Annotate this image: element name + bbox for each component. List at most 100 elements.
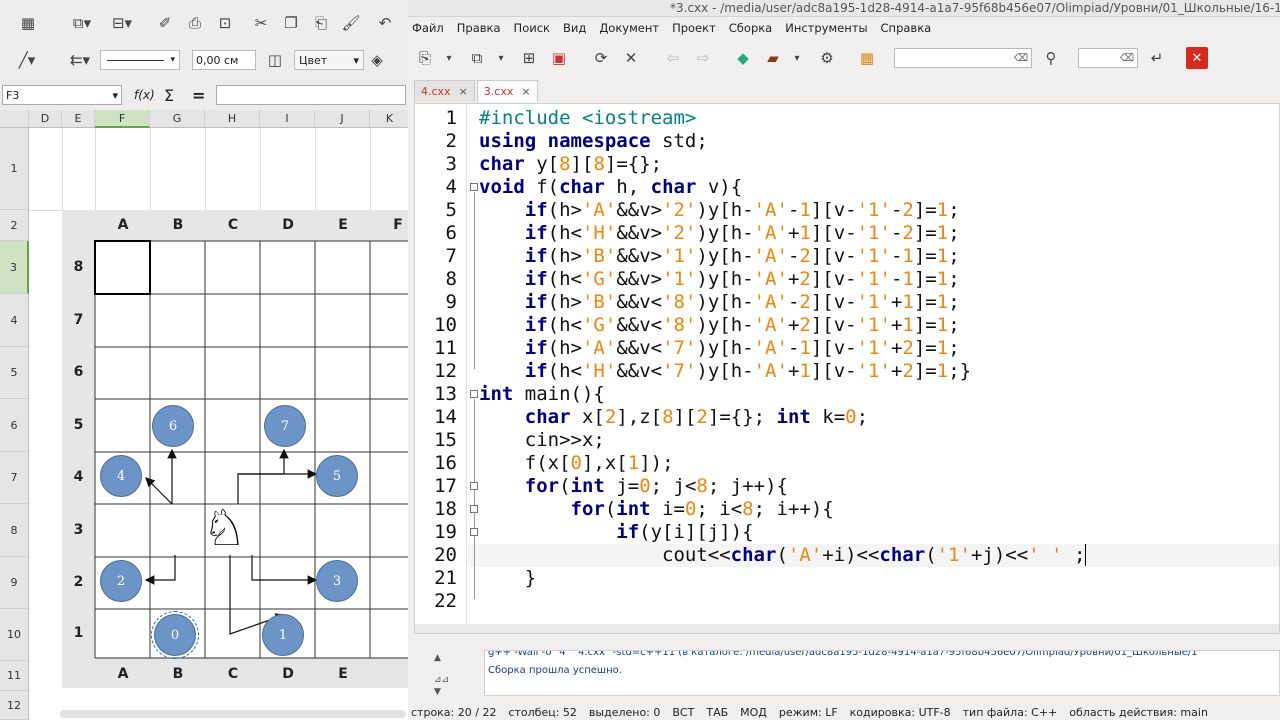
new-dropdown-icon[interactable]: ▾	[442, 47, 456, 69]
horizontal-scrollbar[interactable]	[60, 710, 406, 718]
row-header[interactable]: 11	[0, 661, 29, 691]
compile-icon[interactable]: ◆	[732, 47, 754, 69]
col-header[interactable]: H	[205, 110, 260, 128]
row-header[interactable]: 8	[0, 504, 29, 557]
menu-file[interactable]: Файл	[412, 21, 444, 35]
cut-icon[interactable]: ✂	[246, 14, 276, 32]
menu-edit[interactable]: Правка	[457, 21, 501, 35]
build-dropdown-icon[interactable]: ▾	[790, 47, 804, 69]
menu-build[interactable]: Сборка	[729, 21, 772, 35]
tab-4-cxx[interactable]: 4.cxx ×	[414, 80, 475, 102]
search-input[interactable]: ⌫	[894, 48, 1032, 68]
row-header[interactable]: 12	[0, 691, 29, 720]
col-header[interactable]: D	[29, 110, 62, 128]
menu-search[interactable]: Поиск	[514, 21, 550, 35]
menu-project[interactable]: Проект	[672, 21, 716, 35]
editor-hscrollbar[interactable]	[415, 624, 1279, 633]
scroll-down-icon[interactable]: ▼	[434, 687, 441, 697]
menu-document[interactable]: Документ	[599, 21, 659, 35]
menu-tools[interactable]: Инструменты	[785, 21, 867, 35]
fold-marker[interactable]	[470, 390, 478, 398]
undo-icon[interactable]: ↶	[370, 14, 400, 32]
build-icon[interactable]: ▰	[762, 47, 784, 69]
fold-marker[interactable]	[470, 528, 478, 536]
row-header[interactable]: 1	[0, 128, 29, 210]
bucket-icon[interactable]: ◈	[364, 51, 390, 69]
compiler-output[interactable]: g++ -Wall -o "4" "4.cxx" -std=c++11 (в к…	[484, 650, 1280, 696]
save-icon[interactable]: ⊞	[518, 47, 540, 69]
row-header[interactable]: 5	[0, 347, 29, 399]
row-header[interactable]: 6	[0, 399, 29, 452]
sum-icon[interactable]: Σ	[164, 86, 192, 105]
new-file-icon[interactable]: ⎘	[414, 47, 436, 69]
line-style-icon[interactable]: ╱▾	[8, 51, 46, 69]
copy-icon[interactable]: ❐	[276, 14, 306, 32]
move-circle[interactable]: 7	[264, 405, 306, 447]
fold-marker[interactable]	[470, 183, 478, 191]
move-circle[interactable]: 0	[151, 611, 199, 659]
search-icon[interactable]: ⚲	[1040, 47, 1062, 69]
corner-header[interactable]	[0, 110, 29, 128]
tab-3-cxx[interactable]: 3.cxx ×	[476, 80, 538, 102]
formula-input[interactable]	[216, 85, 406, 105]
forward-icon[interactable]: ⇨	[692, 47, 714, 69]
open-icon[interactable]: ⧉	[466, 47, 488, 69]
fill-icon[interactable]: ◫	[262, 51, 288, 69]
save-all-icon[interactable]: ▣	[548, 47, 570, 69]
menu-help[interactable]: Справка	[881, 21, 932, 35]
function-wizard-icon[interactable]: f(x)	[134, 88, 164, 102]
knight-icon[interactable]: ♘	[202, 503, 247, 553]
col-header[interactable]: K	[370, 110, 408, 128]
arrange-icon[interactable]: ⊟▾	[102, 14, 142, 32]
menu-view[interactable]: Вид	[563, 21, 586, 35]
scroll-up-icon[interactable]: ▲	[434, 653, 441, 663]
col-header[interactable]: G	[150, 110, 205, 128]
preview-icon[interactable]: ⊡	[210, 14, 240, 32]
open-dropdown-icon[interactable]: ▾	[494, 47, 508, 69]
move-circle[interactable]: 4	[100, 455, 142, 497]
move-circle[interactable]: 6	[152, 405, 194, 447]
print-icon[interactable]: ⎙	[180, 14, 210, 32]
clone-icon[interactable]: 🖌	[336, 14, 366, 32]
back-icon[interactable]: ⇦	[662, 47, 684, 69]
code-editor[interactable]: 1 2 3 4 5 6 7 8 9 10 11 12 13 14 15 16 1…	[414, 103, 1280, 634]
tab-close-icon[interactable]: ×	[521, 85, 530, 98]
color-select[interactable]: Цвет ▾	[294, 50, 364, 70]
line-style-select[interactable]: ▾	[100, 50, 180, 70]
line-width-input[interactable]: 0,00 см	[192, 50, 256, 70]
col-header-selected[interactable]: F	[95, 110, 150, 128]
fold-marker[interactable]	[470, 505, 478, 513]
row-header[interactable]: 9	[0, 557, 29, 609]
name-box[interactable]: F3 ▾	[2, 85, 122, 105]
row-header[interactable]: 4	[0, 294, 29, 347]
goto-line-icon[interactable]: ↵	[1146, 47, 1168, 69]
tab-close-icon[interactable]: ×	[459, 85, 468, 98]
quit-icon[interactable]: ✕	[1186, 47, 1208, 69]
spreadsheet-grid[interactable]: D E F G H I J K 1 2 3 4 5 6 7 8 9 10 11 …	[0, 110, 408, 720]
fold-marker[interactable]	[470, 482, 478, 490]
col-header[interactable]: E	[62, 110, 95, 128]
frame-icon[interactable]: ⧉▾	[62, 14, 102, 32]
preferences-icon[interactable]: ⚙	[816, 47, 838, 69]
row-header[interactable]: 2	[0, 210, 29, 241]
goto-line-input[interactable]: ⌫	[1078, 48, 1138, 68]
row-header[interactable]: 7	[0, 452, 29, 504]
move-circle[interactable]: 1	[262, 614, 304, 656]
line-number: 2	[445, 130, 457, 152]
move-circle[interactable]: 2	[100, 560, 142, 602]
close-file-icon[interactable]: ✕	[620, 47, 642, 69]
reload-icon[interactable]: ⟳	[590, 47, 612, 69]
row-header-selected[interactable]: 3	[0, 241, 29, 294]
message-tab-icon[interactable]: ⊿⊿	[434, 675, 449, 685]
arrow-style-icon[interactable]: ⇇▾	[62, 51, 98, 69]
move-circle[interactable]: 5	[316, 455, 358, 497]
row-header[interactable]: 10	[0, 609, 29, 661]
formula-icon[interactable]: =	[192, 86, 216, 105]
color-chooser-icon[interactable]: ▦	[856, 47, 878, 69]
col-header[interactable]: J	[315, 110, 370, 128]
paste-icon[interactable]: ⎗	[306, 14, 336, 32]
col-header[interactable]: I	[260, 110, 315, 128]
sheet-icon[interactable]: ▦	[14, 14, 42, 32]
move-circle[interactable]: 3	[316, 560, 358, 602]
edit-points-icon[interactable]: ✐	[150, 14, 180, 32]
